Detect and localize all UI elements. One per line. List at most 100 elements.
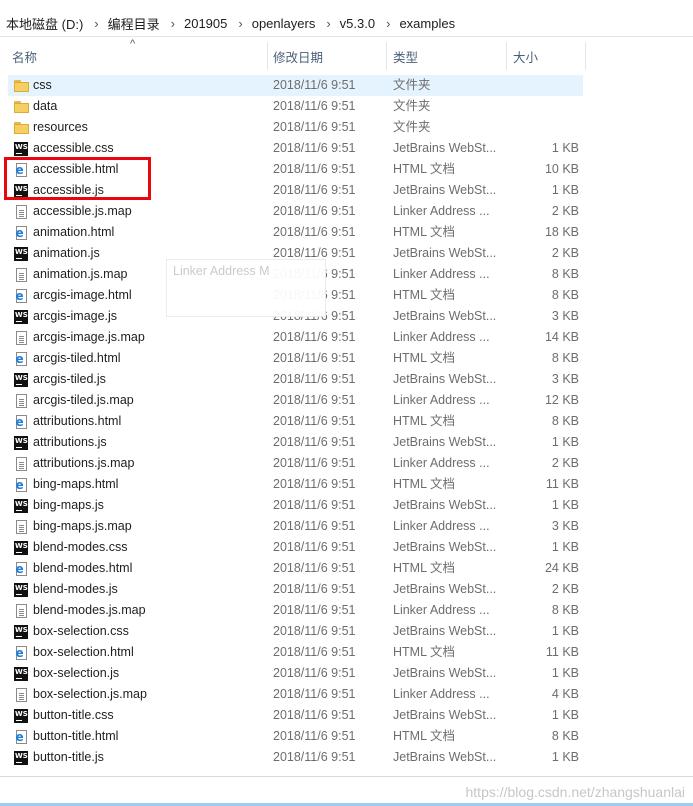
column-divider[interactable] <box>585 42 586 70</box>
breadcrumb: 本地磁盘 (D:) › 编程目录 › 201905 › openlayers ›… <box>0 9 693 37</box>
column-header-type[interactable]: 类型 <box>393 40 503 72</box>
file-row[interactable]: data 2018/11/6 9:51 文件夹 <box>8 96 583 117</box>
file-type: HTML 文档 <box>393 729 456 743</box>
file-row[interactable]: WS button-title.css 2018/11/6 9:51 JetBrain… <box>8 705 583 726</box>
file-size: 1 KB <box>551 435 579 449</box>
column-header-date[interactable]: 修改日期 <box>273 40 383 72</box>
html-icon <box>12 474 30 495</box>
file-name: bing-maps.html <box>33 477 119 491</box>
file-size: 1 KB <box>551 183 579 197</box>
file-row[interactable]: WS attributions.js 2018/11/6 9:51 JetBrains… <box>8 432 583 453</box>
file-size: 11 KB <box>545 645 579 659</box>
file-size <box>508 117 579 138</box>
file-row[interactable]: WS blend-modes.js 2018/11/6 9:51 JetBrains … <box>8 579 583 600</box>
chevron-right-icon[interactable]: › <box>238 16 242 31</box>
file-size: 1 KB <box>551 624 579 638</box>
html-icon <box>12 285 30 306</box>
file-date: 2018/11/6 9:51 <box>273 687 356 701</box>
file-row[interactable]: arcgis-image.js.map 2018/11/6 9:51 Linker … <box>8 327 583 348</box>
breadcrumb-item-programming-dir[interactable]: 编程目录 <box>108 14 160 33</box>
file-size: 8 KB <box>551 288 579 302</box>
file-row[interactable]: arcgis-tiled.js.map 2018/11/6 9:51 Linker … <box>8 390 583 411</box>
file-type: JetBrains WebSt... <box>393 246 497 260</box>
file-name: box-selection.css <box>33 624 129 638</box>
file-size: 2 KB <box>551 204 579 218</box>
folder-icon <box>12 117 30 138</box>
file-date: 2018/11/6 9:51 <box>273 330 356 344</box>
file-date: 2018/11/6 9:51 <box>273 372 356 386</box>
file-row[interactable]: css 2018/11/6 9:51 文件夹 <box>8 75 583 96</box>
file-row[interactable]: WS button-title.js 2018/11/6 9:51 JetBrains… <box>8 747 583 768</box>
file-name: button-title.js <box>33 750 104 764</box>
html-icon <box>12 726 30 747</box>
file-name: blend-modes.html <box>33 561 133 575</box>
file-row[interactable]: accessible.js.map 2018/11/6 9:51 Linker Ad… <box>8 201 583 222</box>
file-name: bing-maps.js <box>33 498 104 512</box>
file-row[interactable]: attributions.html 2018/11/6 9:51 HTML 文档 8 … <box>8 411 583 432</box>
breadcrumb-item-openlayers[interactable]: openlayers <box>252 16 316 31</box>
file-row[interactable]: button-title.html 2018/11/6 9:51 HTML 文档 8 … <box>8 726 583 747</box>
file-row[interactable]: WS accessible.css 2018/11/6 9:51 JetBrains … <box>8 138 583 159</box>
breadcrumb-item-drive[interactable]: 本地磁盘 (D:) <box>6 14 83 33</box>
file-name: data <box>33 99 58 113</box>
file-date: 2018/11/6 9:51 <box>273 477 356 491</box>
file-type: Linker Address ... <box>393 267 490 281</box>
file-size: 1 KB <box>551 498 579 512</box>
file-size: 1 KB <box>551 666 579 680</box>
file-date: 2018/11/6 9:51 <box>273 750 356 764</box>
column-divider[interactable] <box>386 42 387 70</box>
column-divider[interactable] <box>506 42 507 70</box>
file-row[interactable]: animation.html 2018/11/6 9:51 HTML 文档 18 KB <box>8 222 583 243</box>
chevron-right-icon[interactable]: › <box>171 16 175 31</box>
file-row[interactable]: attributions.js.map 2018/11/6 9:51 Linker … <box>8 453 583 474</box>
file-row[interactable]: bing-maps.html 2018/11/6 9:51 HTML 文档 11 KB <box>8 474 583 495</box>
webstorm-icon: WS <box>12 369 30 390</box>
breadcrumb-item-201905[interactable]: 201905 <box>184 16 227 31</box>
file-size: 1 KB <box>551 540 579 554</box>
file-row[interactable]: arcgis-tiled.html 2018/11/6 9:51 HTML 文档 8 … <box>8 348 583 369</box>
file-row[interactable]: WS arcgis-tiled.js 2018/11/6 9:51 JetBrains… <box>8 369 583 390</box>
file-type: JetBrains WebSt... <box>393 540 497 554</box>
file-size: 8 KB <box>551 267 579 281</box>
file-type: HTML 文档 <box>393 225 456 239</box>
file-size: 2 KB <box>551 456 579 470</box>
file-row[interactable]: blend-modes.html 2018/11/6 9:51 HTML 文档 24 … <box>8 558 583 579</box>
file-type: 文件夹 <box>393 78 431 92</box>
file-row[interactable]: WS box-selection.js 2018/11/6 9:51 JetBrain… <box>8 663 583 684</box>
file-date: 2018/11/6 9:51 <box>273 120 356 134</box>
file-type: JetBrains WebSt... <box>393 666 497 680</box>
column-header-name[interactable]: 名称 <box>12 40 267 72</box>
file-type: HTML 文档 <box>393 288 456 302</box>
file-row[interactable]: box-selection.html 2018/11/6 9:51 HTML 文档 1… <box>8 642 583 663</box>
file-name: arcgis-image.js.map <box>33 330 145 344</box>
file-size: 1 KB <box>551 708 579 722</box>
file-row[interactable]: WS bing-maps.js 2018/11/6 9:51 JetBrains We… <box>8 495 583 516</box>
breadcrumb-item-examples[interactable]: examples <box>399 16 455 31</box>
breadcrumb-item-version[interactable]: v5.3.0 <box>340 16 375 31</box>
file-date: 2018/11/6 9:51 <box>273 435 356 449</box>
webstorm-icon: WS <box>12 705 30 726</box>
file-size: 4 KB <box>551 687 579 701</box>
chevron-right-icon[interactable]: › <box>386 16 390 31</box>
column-header-size[interactable]: 大小 <box>513 40 583 72</box>
webstorm-icon: WS <box>12 537 30 558</box>
file-type: HTML 文档 <box>393 561 456 575</box>
webstorm-icon: WS <box>12 663 30 684</box>
file-name: box-selection.html <box>33 645 134 659</box>
webstorm-icon: WS <box>12 432 30 453</box>
file-row[interactable]: box-selection.js.map 2018/11/6 9:51 Linker… <box>8 684 583 705</box>
watermark: https://blog.csdn.net/zhangshuanlai <box>465 784 686 800</box>
file-row[interactable]: bing-maps.js.map 2018/11/6 9:51 Linker Add… <box>8 516 583 537</box>
chevron-right-icon[interactable]: › <box>326 16 330 31</box>
file-type: JetBrains WebSt... <box>393 141 497 155</box>
column-divider[interactable] <box>267 42 268 70</box>
chevron-right-icon[interactable]: › <box>94 16 98 31</box>
file-date: 2018/11/6 9:51 <box>273 498 356 512</box>
file-row[interactable]: WS blend-modes.css 2018/11/6 9:51 JetBrains… <box>8 537 583 558</box>
file-row[interactable]: WS box-selection.css 2018/11/6 9:51 JetBrai… <box>8 621 583 642</box>
file-size: 3 KB <box>551 372 579 386</box>
file-size: 8 KB <box>551 603 579 617</box>
file-row[interactable]: resources 2018/11/6 9:51 文件夹 <box>8 117 583 138</box>
file-row[interactable]: blend-modes.js.map 2018/11/6 9:51 Linker A… <box>8 600 583 621</box>
file-name: attributions.js <box>33 435 107 449</box>
